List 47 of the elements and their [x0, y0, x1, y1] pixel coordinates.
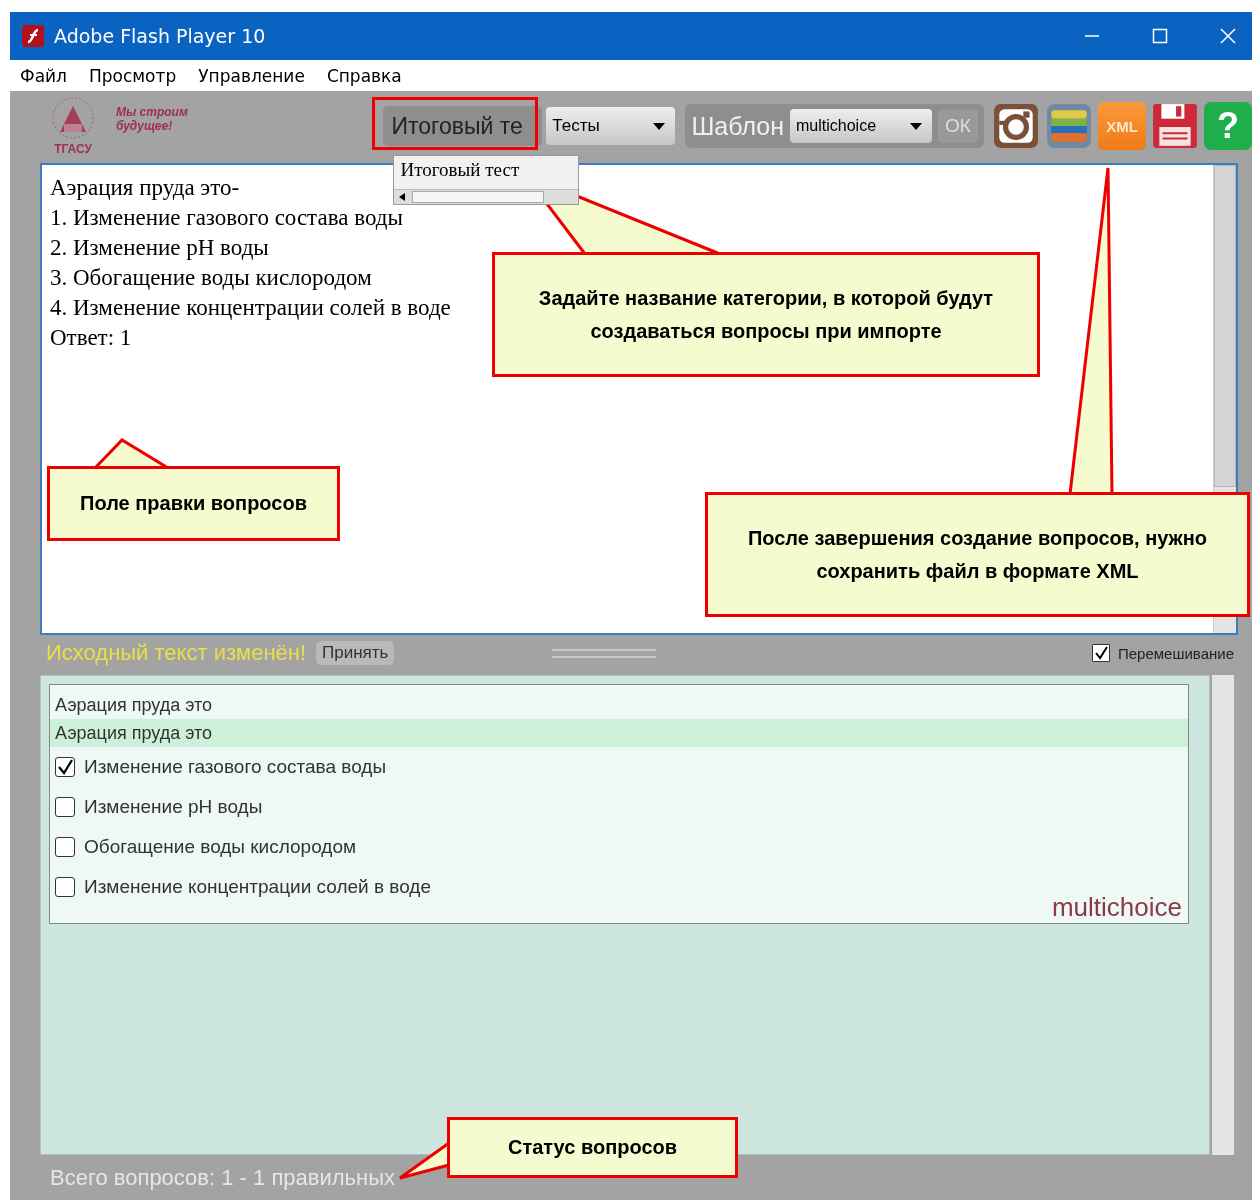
window-title: Adobe Flash Player 10	[54, 25, 266, 47]
editor-text-line: Ответ: 1	[50, 324, 132, 352]
app-icon	[22, 25, 44, 47]
caret-icon	[653, 122, 666, 130]
question-type-label: multichoice	[1051, 892, 1182, 923]
question-text: Аэрация пруда это	[54, 694, 214, 717]
vertical-scrollbar[interactable]	[1212, 675, 1234, 1155]
maximize-icon[interactable]	[1152, 28, 1168, 44]
editor-text-line: 4. Изменение концентрации солей в воде	[50, 294, 451, 322]
menu-item[interactable]: Управление	[198, 65, 305, 86]
question-status-text: Всего вопросов: 1 - 1 правильных	[50, 1164, 395, 1191]
horizontal-scrollbar[interactable]	[412, 191, 545, 203]
category-field[interactable]: Итоговый те	[383, 106, 543, 146]
tests-select[interactable]: Тесты	[546, 107, 676, 145]
highlighted-question-text: Аэрация пруда это	[50, 719, 1188, 747]
menu-item[interactable]: Файл	[20, 65, 67, 86]
answer-checkbox[interactable]	[55, 757, 75, 777]
logo-text: ТГАСУ	[53, 142, 93, 156]
menu-item[interactable]: Справка	[326, 65, 402, 86]
camera-icon[interactable]	[992, 102, 1040, 150]
editor-text-line: 2. Изменение pH воды	[50, 234, 269, 262]
template-select[interactable]: multichoice	[790, 109, 932, 143]
editor-text-line: 3. Обогащение воды кислородом	[50, 264, 372, 292]
logo-slogan: Мы строим будущее!	[116, 105, 189, 133]
editor-text-line: 1. Изменение газового состава воды	[50, 204, 403, 232]
answer-checkbox[interactable]	[55, 837, 75, 857]
accept-button[interactable]: Принять	[316, 641, 395, 665]
scroll-left-arrow-icon[interactable]	[398, 192, 407, 202]
template-label: Шаблон	[691, 111, 784, 141]
answer-checkbox[interactable]	[55, 877, 75, 897]
editor-text-line: Аэрация пруда это-	[50, 174, 240, 202]
answer-label: Изменение pH воды	[84, 796, 263, 818]
caret-icon	[910, 122, 922, 130]
shuffle-checkbox[interactable]	[1091, 644, 1110, 662]
changed-message: Исходный текст изменён!	[46, 640, 307, 666]
vertical-scrollbar[interactable]	[1214, 165, 1236, 487]
answer-checkbox[interactable]	[55, 797, 75, 817]
answer-label: Изменение концентрации солей в воде	[84, 876, 431, 898]
close-icon[interactable]	[1220, 28, 1236, 44]
save-icon[interactable]	[1151, 102, 1199, 150]
splitter-handle[interactable]	[552, 648, 657, 658]
layers-icon[interactable]	[1045, 102, 1093, 150]
callout-text: После завершения создание вопросов, нужно сохранить файл в формате XML	[705, 492, 1250, 617]
menu-item[interactable]: Просмотр	[88, 65, 177, 86]
answer-label: Обогащение воды кислородом	[84, 836, 357, 858]
shuffle-label: Перемешивание	[1117, 644, 1234, 662]
answer-label: Изменение газового состава воды	[84, 756, 387, 778]
